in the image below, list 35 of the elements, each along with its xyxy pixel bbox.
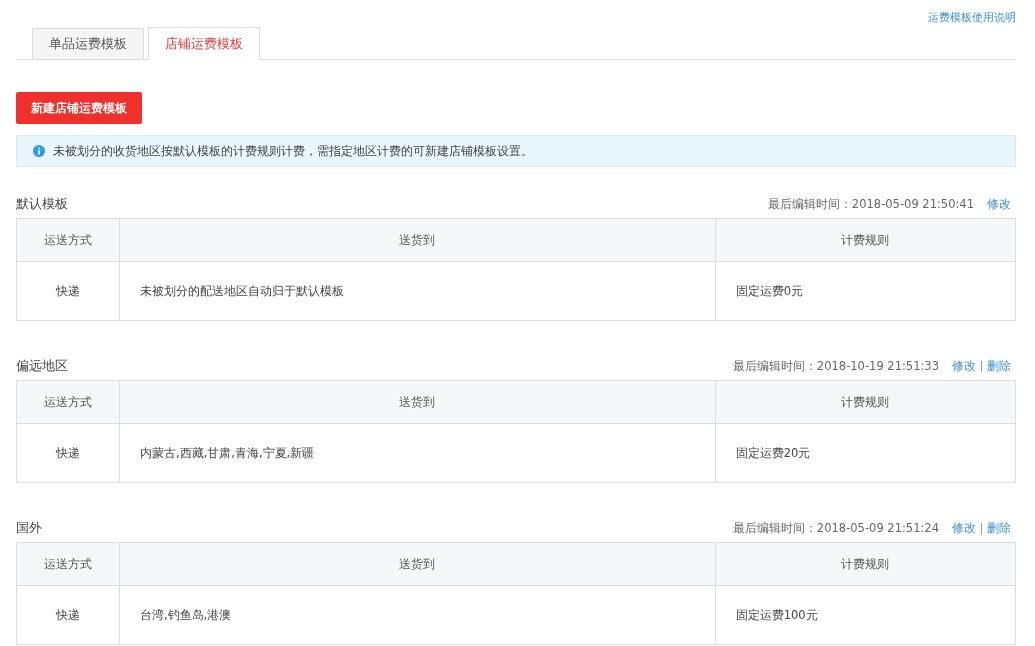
edit-time: 最后编辑时间：2018-05-09 21:50:41 — [767, 196, 974, 212]
action-link[interactable]: 修改 — [947, 522, 982, 534]
table-cell: 台湾,钓鱼岛,港澳 — [119, 585, 716, 645]
template-title: 默认模板 — [16, 195, 68, 213]
table-cell: 固定运费20元 — [715, 423, 1016, 483]
template-title: 偏远地区 — [16, 357, 68, 375]
table-cell: 固定运费100元 — [715, 585, 1016, 645]
column-header: 计费规则 — [715, 542, 1016, 586]
action-link[interactable]: 删除 — [982, 360, 1016, 372]
edit-time: 最后编辑时间：2018-10-19 21:51:33 — [732, 358, 939, 374]
edit-time: 最后编辑时间：2018-05-09 21:51:24 — [732, 520, 939, 536]
table-cell: 内蒙古,西藏,甘肃,青海,宁夏,新疆 — [119, 423, 716, 483]
column-header: 计费规则 — [715, 218, 1016, 262]
tab[interactable]: 店铺运费模板 — [148, 27, 260, 60]
column-header: 运送方式 — [16, 380, 120, 424]
table-cell: 快递 — [16, 585, 120, 645]
table-cell: 未被划分的配送地区自动归于默认模板 — [119, 261, 716, 321]
action-link[interactable]: 删除 — [982, 522, 1016, 534]
column-header: 计费规则 — [715, 380, 1016, 424]
table-cell: 快递 — [16, 423, 120, 483]
action-link[interactable]: 修改 — [982, 198, 1016, 210]
column-header: 运送方式 — [16, 542, 120, 586]
template-title: 国外 — [16, 519, 42, 537]
table-cell: 快递 — [16, 261, 120, 321]
column-header: 送货到 — [119, 542, 716, 586]
column-header: 送货到 — [119, 218, 716, 262]
new-template-button[interactable]: 新建店铺运费模板 — [16, 92, 142, 124]
column-header: 送货到 — [119, 380, 716, 424]
help-link[interactable]: 运费模板使用说明 — [928, 10, 1016, 24]
action-link[interactable]: 修改 — [947, 360, 982, 372]
table-cell: 固定运费0元 — [715, 261, 1016, 321]
tab[interactable]: 单品运费模板 — [32, 28, 144, 59]
column-header: 运送方式 — [16, 218, 120, 262]
notice-text: 未被划分的收货地区按默认模板的计费规则计费，需指定地区计费的可新建店铺模板设置。 — [53, 143, 533, 159]
info-icon — [33, 145, 45, 157]
